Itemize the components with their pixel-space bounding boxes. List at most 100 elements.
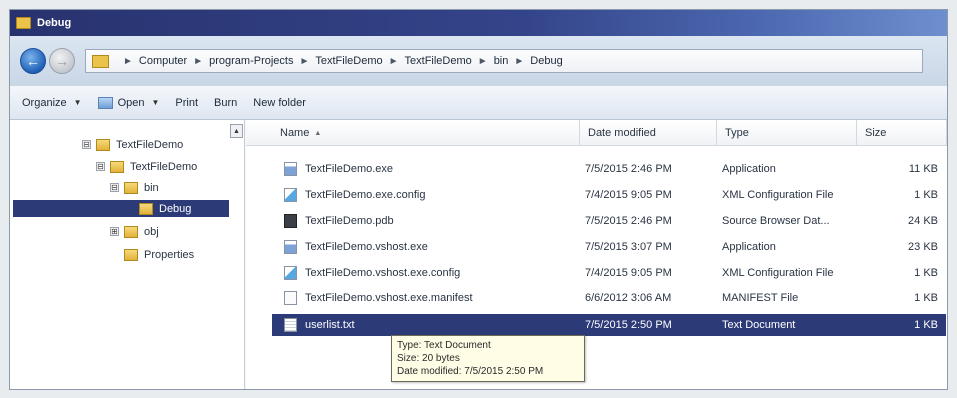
tree-node-debug[interactable]: Debug (13, 200, 229, 217)
column-header-label: Type (725, 127, 749, 139)
organize-button[interactable]: Organize ▼ (22, 97, 82, 109)
open-icon (97, 96, 113, 109)
navigation-bar: ← → ► Computer ► program-Projects ► Text… (10, 36, 947, 86)
table-row[interactable]: TextFileDemo.exe 7/5/2015 2:46 PM Applic… (272, 158, 946, 180)
table-row[interactable]: TextFileDemo.pdb 7/5/2015 2:46 PM Source… (272, 210, 946, 232)
folder-icon (92, 54, 109, 68)
file-size: 1 KB (914, 292, 938, 304)
file-name-cell: userlist.txt (272, 318, 580, 332)
file-name-cell: TextFileDemo.vshost.exe (272, 240, 580, 254)
address-bar[interactable]: ► Computer ► program-Projects ► TextFile… (85, 49, 923, 73)
collapse-icon[interactable]: ⊟ (96, 162, 105, 171)
file-date: 7/5/2015 2:46 PM (585, 163, 672, 175)
file-type: XML Configuration File (722, 189, 834, 201)
tooltip-date: Date modified: 7/5/2015 2:50 PM (397, 366, 544, 377)
expand-icon[interactable]: ⊞ (110, 227, 119, 236)
column-header-type[interactable]: Type (717, 120, 857, 146)
table-row[interactable]: TextFileDemo.exe.config 7/4/2015 9:05 PM… (272, 184, 946, 206)
tree-node-label: obj (144, 225, 159, 238)
file-date: 7/4/2015 9:05 PM (585, 267, 672, 279)
navigation-tree: ▲ ⊟ TextFileDemo ⊟ TextFileDemo ⊟ bin De… (10, 120, 245, 389)
collapse-icon[interactable]: ⊟ (110, 183, 119, 192)
file-type: XML Configuration File (722, 267, 834, 279)
tree-node-properties[interactable]: Properties (110, 246, 194, 263)
table-row[interactable]: TextFileDemo.vshost.exe 7/5/2015 3:07 PM… (272, 236, 946, 258)
column-header-label: Date modified (588, 127, 656, 139)
tree-node-textfiledemo-inner[interactable]: ⊟ TextFileDemo (96, 158, 197, 175)
breadcrumb-textfiledemo-inner[interactable]: TextFileDemo (405, 55, 472, 67)
back-button[interactable]: ← (20, 48, 46, 74)
tree-node-label: TextFileDemo (116, 138, 184, 151)
breadcrumb-bin[interactable]: bin (494, 55, 509, 67)
exe-icon (284, 240, 297, 254)
table-row[interactable]: TextFileDemo.vshost.exe.manifest 6/6/201… (272, 287, 946, 309)
file-date: 7/5/2015 3:07 PM (585, 241, 672, 253)
tree-node-label: Debug (159, 202, 192, 215)
file-date: 7/4/2015 9:05 PM (585, 189, 672, 201)
table-row-selected[interactable]: userlist.txt 7/5/2015 2:50 PM Text Docum… (272, 314, 946, 336)
file-size: 1 KB (914, 267, 938, 279)
file-name: TextFileDemo.vshost.exe (305, 241, 428, 253)
arrow-left-icon: ← (26, 53, 40, 69)
burn-button[interactable]: Burn (214, 97, 237, 109)
folder-icon (124, 225, 138, 238)
column-header-name[interactable]: Name ▲ (246, 120, 580, 146)
breadcrumb-textfiledemo[interactable]: TextFileDemo (315, 55, 382, 67)
open-button[interactable]: Open ▼ (97, 96, 160, 109)
open-label: Open (117, 96, 145, 109)
file-name-cell: TextFileDemo.pdb (272, 214, 580, 228)
file-name: TextFileDemo.exe.config (305, 189, 426, 201)
config-icon (284, 266, 297, 280)
chevron-right-icon[interactable]: ► (123, 56, 133, 67)
chevron-right-icon[interactable]: ► (389, 56, 399, 67)
title-bar[interactable]: Debug (10, 10, 947, 36)
chevron-right-icon[interactable]: ► (193, 56, 203, 67)
column-header-size[interactable]: Size (857, 120, 947, 146)
explorer-window: Debug ← → ► Computer ► program-Projects … (9, 9, 948, 390)
column-header-label: Size (865, 127, 887, 139)
pdb-icon (284, 214, 297, 228)
folder-icon (139, 202, 153, 215)
file-name: TextFileDemo.vshost.exe.manifest (305, 292, 473, 304)
tree-node-bin[interactable]: ⊟ bin (110, 179, 159, 196)
command-bar: Organize ▼ Open ▼ Print Burn New folder (10, 86, 947, 120)
column-header-label: Name (280, 127, 310, 139)
breadcrumb-program-projects[interactable]: program-Projects (209, 55, 293, 67)
file-size: 23 KB (908, 241, 938, 253)
file-name: TextFileDemo.vshost.exe.config (305, 267, 461, 279)
file-date: 7/5/2015 2:50 PM (585, 319, 672, 331)
file-type: Source Browser Dat... (722, 215, 830, 227)
breadcrumb-computer[interactable]: Computer (139, 55, 187, 67)
folder-icon (96, 138, 110, 151)
organize-label: Organize (22, 96, 67, 109)
chevron-right-icon[interactable]: ► (514, 56, 524, 67)
tree-node-textfiledemo[interactable]: ⊟ TextFileDemo (82, 136, 183, 153)
text-file-icon (284, 318, 297, 332)
file-name-cell: TextFileDemo.exe (272, 162, 580, 176)
folder-icon (124, 181, 138, 194)
tree-node-obj[interactable]: ⊞ obj (110, 223, 159, 240)
column-headers: Name ▲ Date modified Type Size (246, 120, 947, 146)
tree-node-label: bin (144, 181, 159, 194)
folder-icon (124, 248, 138, 261)
chevron-down-icon: ▼ (151, 98, 160, 107)
file-type: Application (722, 163, 776, 175)
chevron-right-icon[interactable]: ► (478, 56, 488, 67)
new-folder-button[interactable]: New folder (253, 97, 306, 109)
print-button[interactable]: Print (175, 97, 198, 109)
chevron-right-icon[interactable]: ► (299, 56, 309, 67)
table-row[interactable]: TextFileDemo.vshost.exe.config 7/4/2015 … (272, 262, 946, 284)
burn-label: Burn (214, 96, 238, 109)
folder-icon (16, 17, 31, 29)
file-name-cell: TextFileDemo.exe.config (272, 188, 580, 202)
breadcrumb-debug[interactable]: Debug (530, 55, 562, 67)
forward-button[interactable]: → (49, 48, 75, 74)
file-size: 11 KB (908, 163, 938, 175)
tree-node-label: Properties (144, 248, 195, 261)
scroll-up-button[interactable]: ▲ (230, 124, 243, 138)
collapse-icon[interactable]: ⊟ (82, 140, 91, 149)
file-size: 1 KB (914, 189, 938, 201)
column-header-date[interactable]: Date modified (580, 120, 717, 146)
tree-node-label: TextFileDemo (130, 160, 198, 173)
file-info-tooltip: Type: Text Document Size: 20 bytes Date … (391, 335, 585, 382)
